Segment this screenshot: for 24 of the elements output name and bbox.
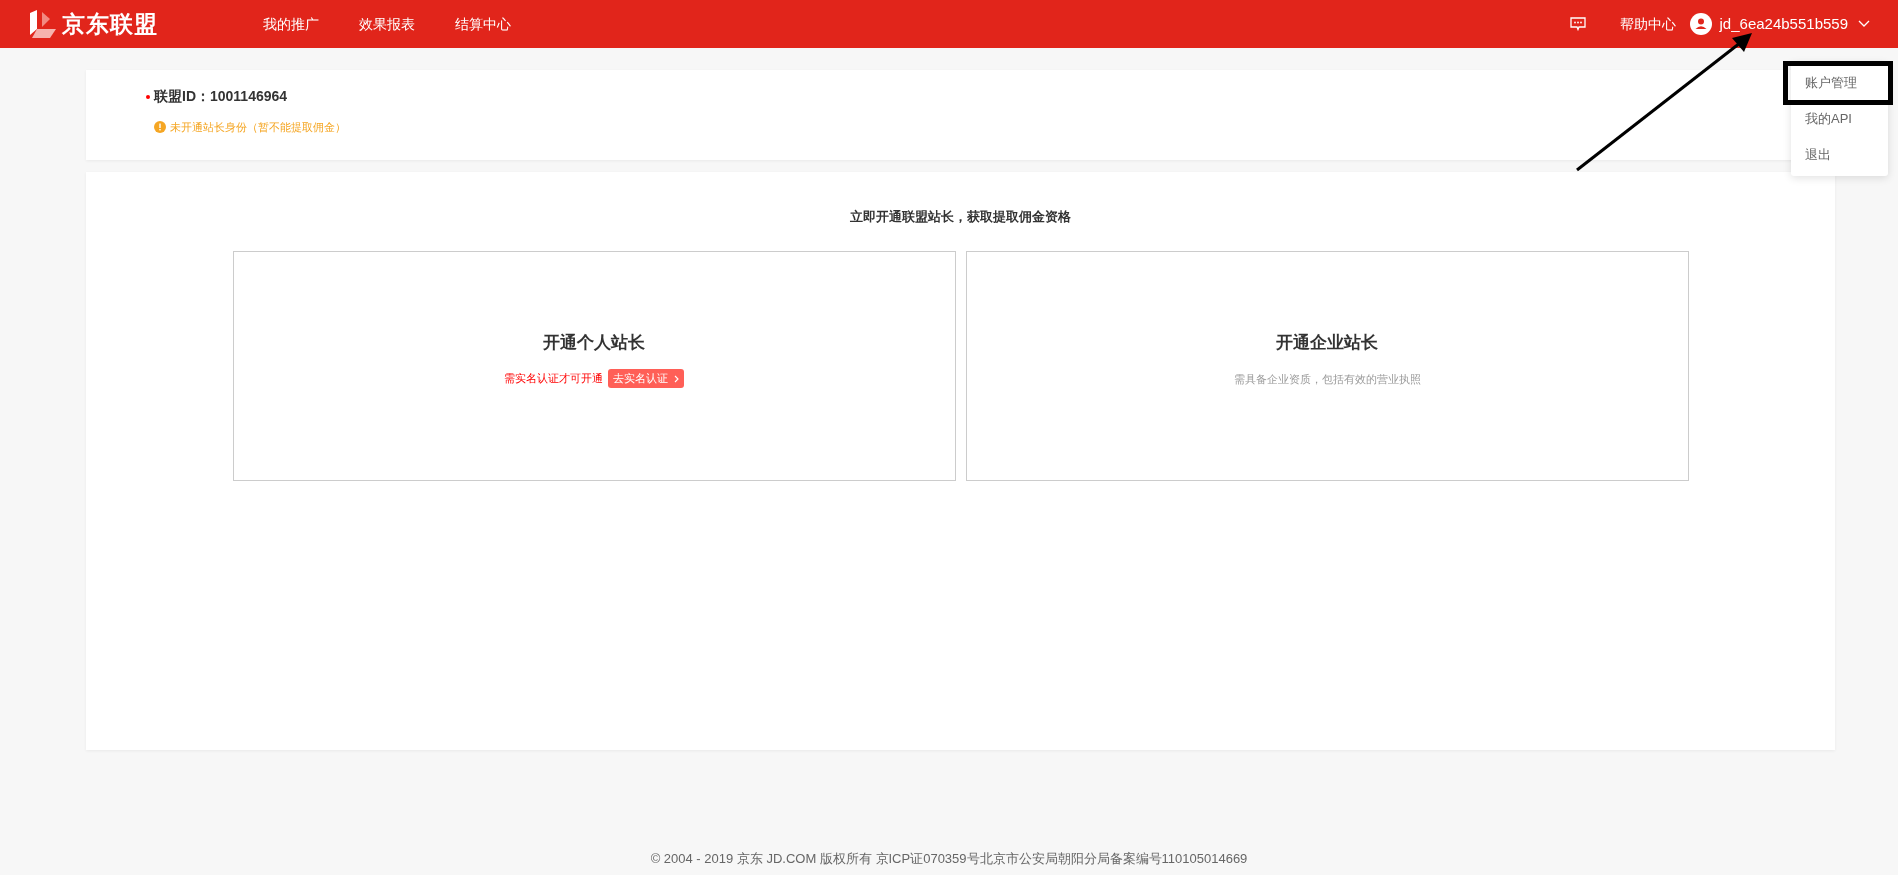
menu-item[interactable]: 我的API: [1791, 101, 1888, 137]
menu-item[interactable]: 退出: [1791, 137, 1888, 173]
requirement-note: 需实名认证才可开通: [504, 371, 603, 387]
nav-link[interactable]: 效果报表: [359, 13, 415, 35]
warning-text: 未开通站长身份（暂不能提取佣金）: [170, 120, 346, 135]
nav-link[interactable]: 结算中心: [455, 13, 511, 35]
chevron-right-icon: [674, 374, 679, 383]
message-icon[interactable]: [1569, 17, 1586, 31]
help-link[interactable]: 帮助中心: [1619, 13, 1676, 35]
copyright-text: © 2004 - 2019 京东 JD.COM 版权所有 京ICP证070359号北京市公安局朝阳分局备案编号110105014669: [650, 850, 1248, 868]
avatar-icon[interactable]: [1689, 13, 1712, 35]
union-id: 联盟ID：1001146964: [154, 87, 288, 106]
warning-icon: [154, 121, 166, 134]
nav-link[interactable]: 我的推广: [263, 13, 319, 35]
verify-button[interactable]: 去实名认证: [608, 369, 684, 388]
requirement-note: 需具备企业资质，包括有效的营业执照: [1233, 372, 1421, 387]
option-title: 开通个人站长: [543, 331, 645, 354]
option-title: 开通企业站长: [1276, 331, 1378, 354]
chevron-down-icon[interactable]: [1858, 20, 1870, 28]
section-title: 立即开通联盟站长，获取提取佣金资格: [850, 208, 1071, 226]
logo-text: 京东联盟: [62, 9, 158, 39]
username[interactable]: jd_6ea24b551b559: [1719, 12, 1848, 36]
bullet-icon: [146, 94, 150, 99]
logo-icon: [28, 9, 58, 39]
